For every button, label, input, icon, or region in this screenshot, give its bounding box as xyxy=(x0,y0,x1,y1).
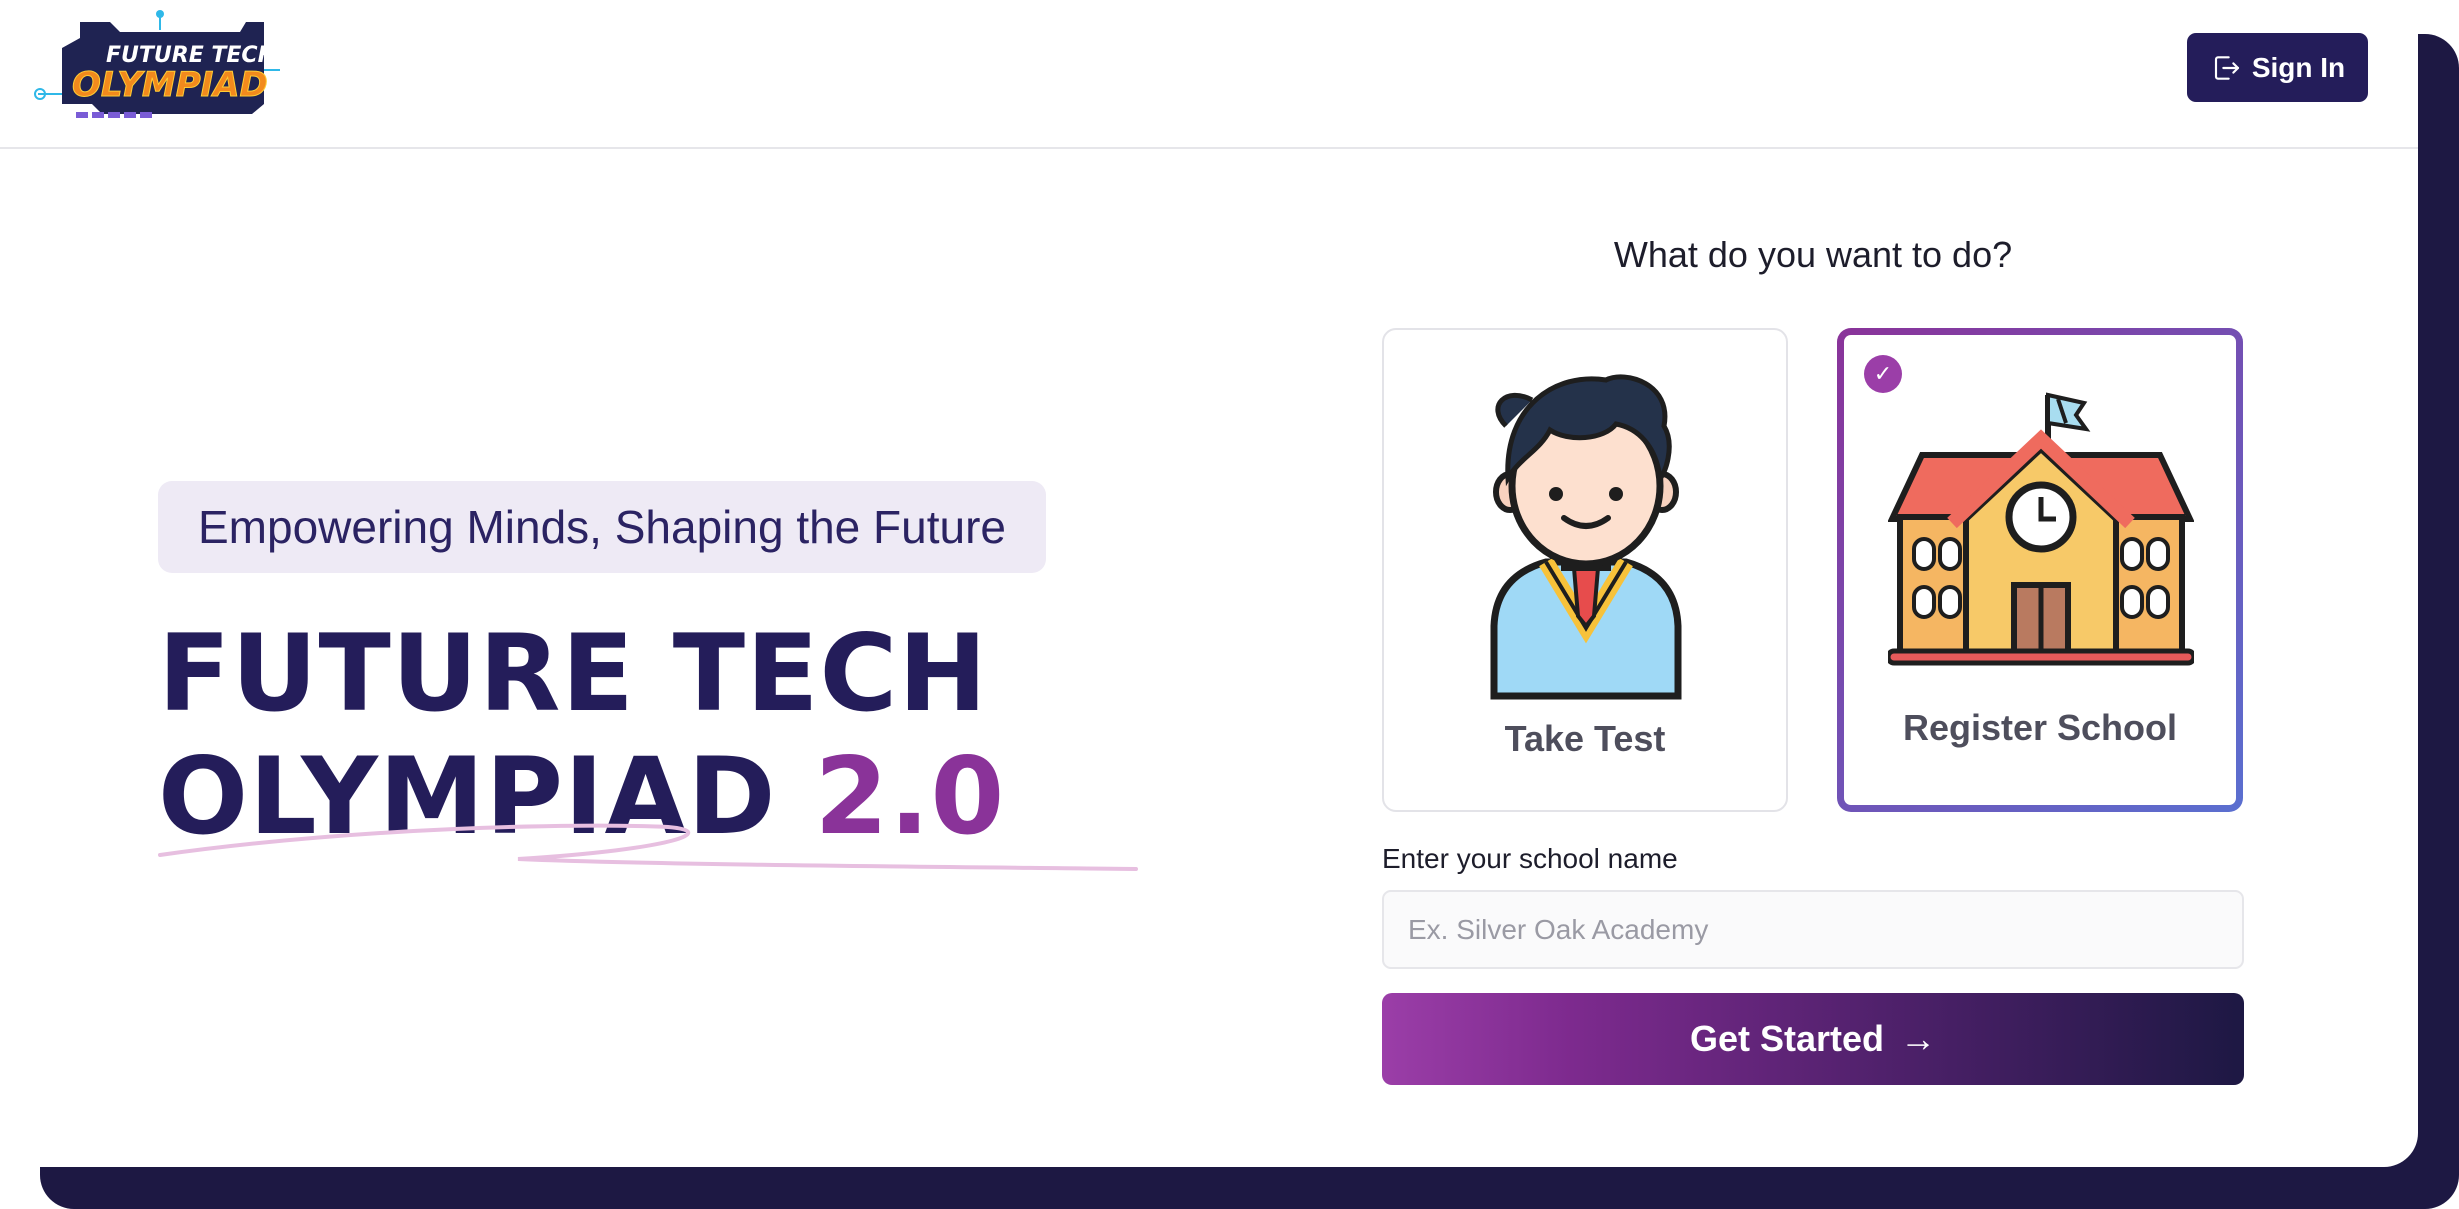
option-register-school[interactable]: ✓ Register School xyxy=(1837,328,2243,812)
sign-in-icon xyxy=(2214,55,2239,80)
selected-check-icon: ✓ xyxy=(1864,355,1902,393)
tagline-text: Empowering Minds, Shaping the Future xyxy=(198,501,1006,553)
logo-line2: OLYMPIAD xyxy=(72,65,268,105)
hero-title-line1: FUTURE TECH xyxy=(158,612,989,735)
chooser-question: What do you want to do? xyxy=(1613,234,2013,275)
arrow-right-icon: → xyxy=(1900,1018,1937,1059)
sign-in-label: Sign In xyxy=(2251,51,2346,83)
student-icon xyxy=(1490,374,1682,700)
school-building-icon xyxy=(1888,392,2194,666)
logo[interactable]: FUTURE TECH OLYMPIAD xyxy=(32,8,282,128)
sign-in-button[interactable]: Sign In xyxy=(2187,33,2368,102)
school-name-label: Enter your school name xyxy=(1382,843,1678,874)
school-name-input[interactable] xyxy=(1382,890,2244,969)
hero-underline-scribble xyxy=(158,823,1138,871)
option-take-test[interactable]: Take Test xyxy=(1382,328,1788,812)
get-started-button[interactable]: Get Started → xyxy=(1382,993,2244,1085)
tagline-badge: Empowering Minds, Shaping the Future xyxy=(158,481,1046,573)
main-card: FUTURE TECH OLYMPIAD Sign In Empowering … xyxy=(0,0,2418,1167)
get-started-label: Get Started xyxy=(1689,1018,1885,1059)
option-register-school-label: Register School xyxy=(1902,707,2178,748)
option-take-test-label: Take Test xyxy=(1504,718,1666,759)
top-header: FUTURE TECH OLYMPIAD Sign In xyxy=(0,0,2418,149)
